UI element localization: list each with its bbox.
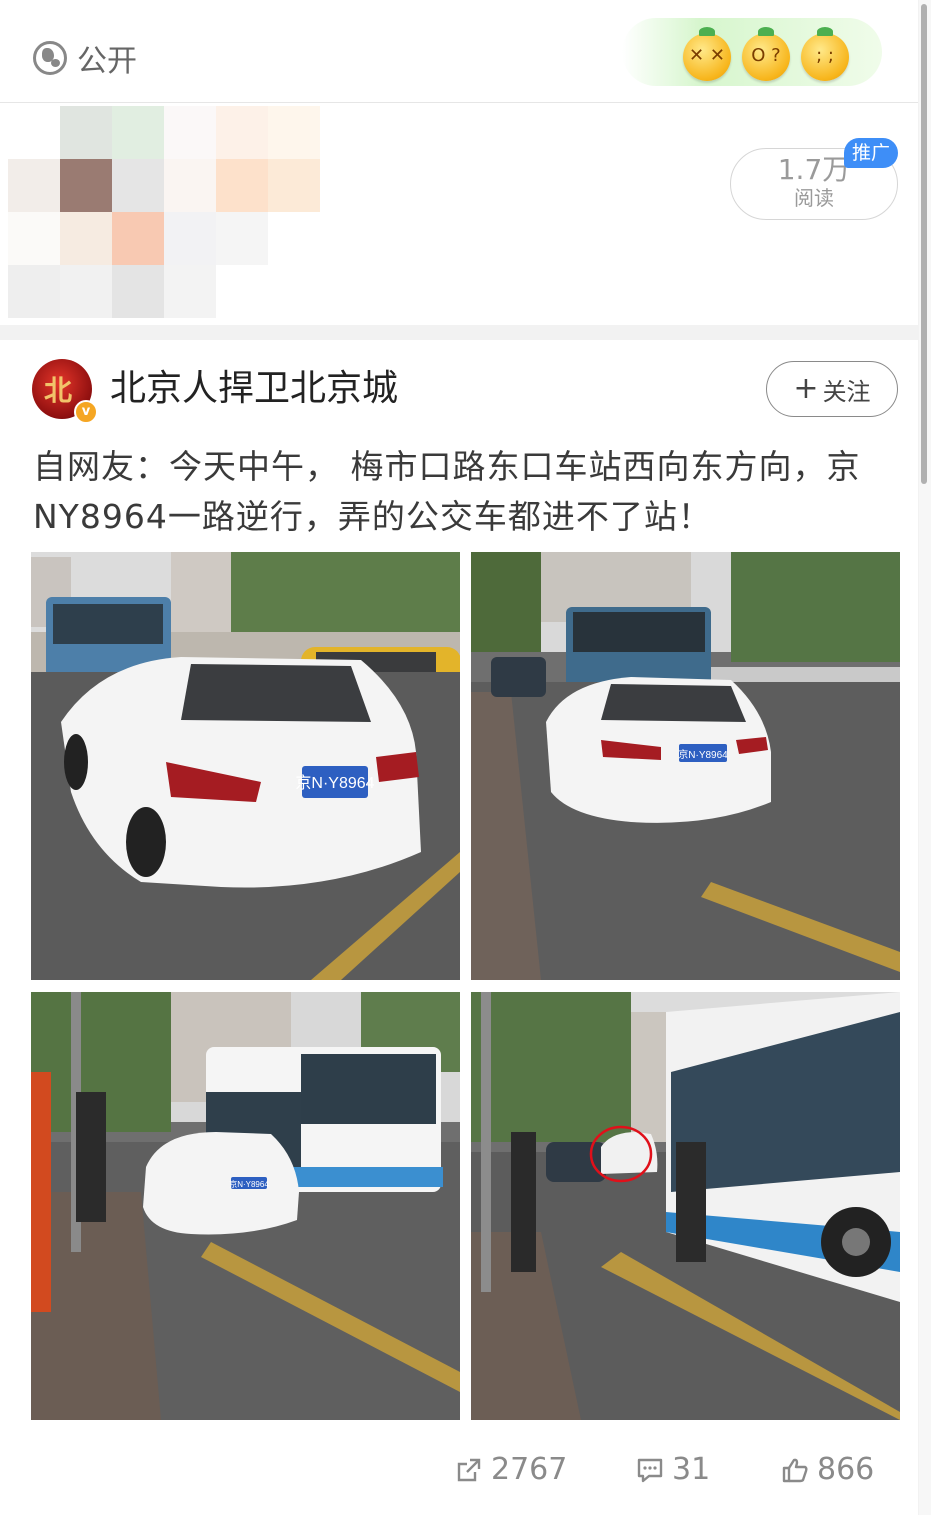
mosaic-tile <box>8 212 60 265</box>
mosaic-tile <box>164 265 216 318</box>
mosaic-tile <box>216 265 268 318</box>
comment-button[interactable]: 31 <box>636 1452 710 1487</box>
comment-count: 31 <box>672 1452 711 1487</box>
mosaic-tile <box>60 159 112 212</box>
thumbs-up-icon <box>782 1458 808 1482</box>
action-bar: 2767 31 866 <box>0 1452 918 1492</box>
post-card: 北 v 北京人捍卫北京城 + 关注 自网友：今天中午， 梅市口路东口车站西向东方… <box>0 340 918 1515</box>
post-photo-2[interactable]: 京N·Y8964 <box>471 552 900 980</box>
mosaic-tile <box>216 106 268 159</box>
blurred-mosaic-image <box>8 106 320 318</box>
visibility-indicator[interactable]: 公开 <box>33 36 137 80</box>
globe-icon <box>33 41 67 75</box>
mosaic-tile <box>268 265 320 318</box>
like-button[interactable]: 866 <box>781 1452 874 1487</box>
svg-text:京N·Y8964: 京N·Y8964 <box>678 748 728 761</box>
shocked-face-icon[interactable]: O ? <box>742 27 790 81</box>
mosaic-tile <box>268 106 320 159</box>
like-count: 866 <box>817 1452 875 1487</box>
post-photo-1[interactable]: 京N·Y8964 <box>31 552 460 980</box>
mosaic-tile <box>164 106 216 159</box>
mosaic-tile <box>112 159 164 212</box>
post-photo-3[interactable]: 京N·Y8964 <box>31 992 460 1420</box>
comment-icon <box>637 1458 663 1482</box>
visibility-label: 公开 <box>77 44 137 79</box>
mosaic-tile <box>112 265 164 318</box>
read-count-label: 阅读 <box>794 186 834 210</box>
mosaic-tile <box>268 159 320 212</box>
author-name[interactable]: 北京人捍卫北京城 <box>110 367 398 411</box>
mosaic-tile <box>60 265 112 318</box>
promoted-badge: 推广 <box>844 138 898 168</box>
repost-count: 2767 <box>491 1452 568 1487</box>
plus-icon: + <box>793 371 819 406</box>
follow-button[interactable]: + 关注 <box>766 361 898 417</box>
mosaic-tile <box>60 212 112 265</box>
mosaic-tile <box>268 212 320 265</box>
verified-badge-icon: v <box>74 400 98 424</box>
mosaic-tile <box>216 212 268 265</box>
promoted-block[interactable]: 1.7万 阅读 <box>0 103 918 325</box>
mosaic-tile <box>112 212 164 265</box>
post-photo-4[interactable] <box>471 992 900 1420</box>
dizzy-face-icon[interactable]: ✕ ✕ <box>683 27 731 81</box>
license-plate: 京N·Y8964 <box>295 774 374 792</box>
repost-button[interactable]: 2767 <box>455 1452 567 1487</box>
crying-face-icon[interactable]: ; ; <box>801 27 849 81</box>
share-icon <box>457 1458 481 1481</box>
mosaic-tile <box>112 106 164 159</box>
svg-text:京N·Y8964: 京N·Y8964 <box>229 1179 269 1189</box>
mosaic-tile <box>60 106 112 159</box>
post-text: 自网友：今天中午， 梅市口路东口车站西向东方向，京NY8964一路逆行，弄的公交… <box>33 447 861 536</box>
mosaic-tile <box>8 265 60 318</box>
scrollbar-thumb[interactable] <box>921 4 927 484</box>
mosaic-tile <box>164 212 216 265</box>
mosaic-tile <box>216 159 268 212</box>
mosaic-tile <box>164 159 216 212</box>
mosaic-tile <box>8 159 60 212</box>
follow-label: 关注 <box>822 377 871 406</box>
mosaic-tile <box>8 106 60 159</box>
scrollbar[interactable] <box>919 0 931 1515</box>
